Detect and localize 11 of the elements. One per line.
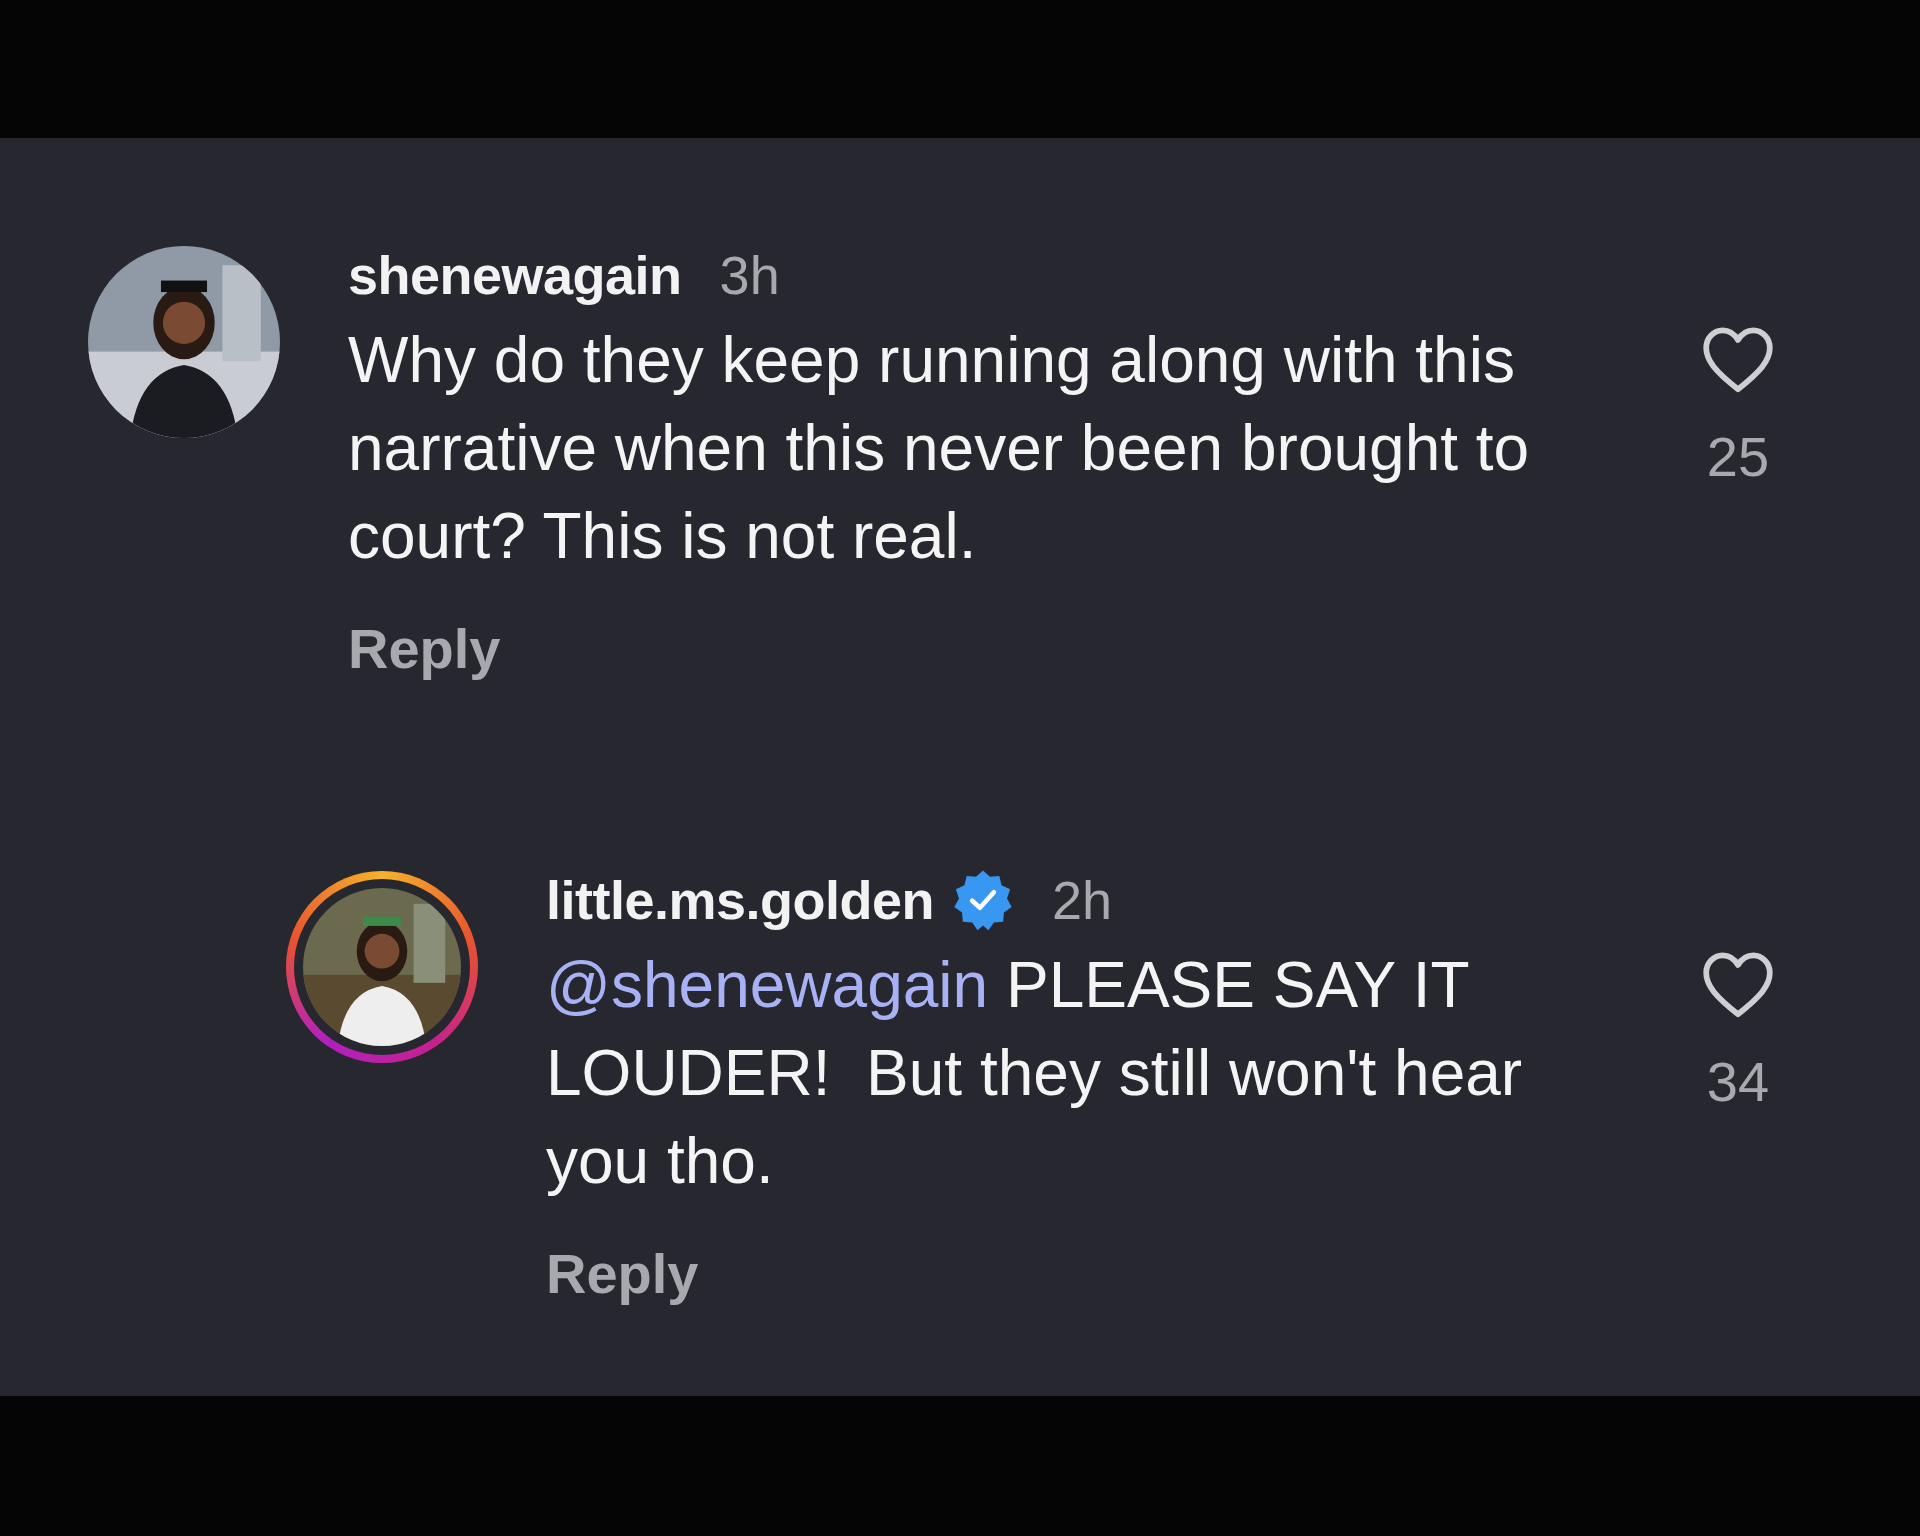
reply-link[interactable]: Reply [348,616,501,681]
comment-time: 3h [719,244,780,306]
reply-link[interactable]: Reply [546,1241,699,1306]
username[interactable]: little.ms.golden [546,869,935,931]
comment-text: @shenewagain PLEASE SAY IT LOUDER! But they still won't hear you tho. [546,948,1524,1199]
like-count: 25 [1706,424,1770,489]
comment-time: 2h [1052,869,1113,931]
username[interactable]: shenewagain [348,244,682,306]
comment-text: Why do they keep running along with this narrative when this never been brought to court? This is not real. [348,323,1531,574]
like-count: 34 [1706,1049,1770,1114]
mention-link[interactable]: @shenewagain [546,949,989,1021]
